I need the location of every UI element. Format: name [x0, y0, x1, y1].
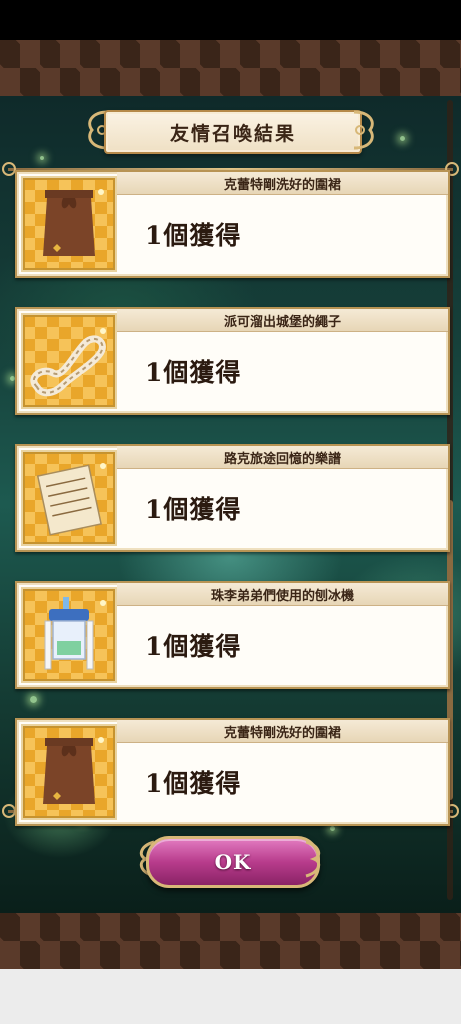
result-card[interactable]: 克蕾特剛洗好的圍裙 1個獲得: [15, 718, 450, 826]
firefly-glow: [30, 696, 37, 703]
item-quantity: 1個獲得: [145, 358, 242, 387]
ok-button-label: OK: [214, 850, 252, 874]
top-pattern-band: [0, 40, 461, 96]
page-title: 友情召喚結果: [169, 122, 296, 145]
scroll-ornament-icon: [353, 110, 374, 150]
item-name-bar: 克蕾特剛洗好的圍裙: [117, 172, 448, 195]
result-card[interactable]: 派可溜出城堡的繩子 1個獲得: [15, 307, 450, 415]
item-tile: [21, 313, 117, 409]
title-banner: 友情召喚結果: [82, 102, 380, 158]
apron-icon: [43, 189, 104, 256]
item-name: 派可溜出城堡的繩子: [223, 314, 341, 330]
firefly-glow: [40, 156, 44, 160]
result-card[interactable]: 珠李弟弟們使用的刨冰機 1個獲得: [15, 581, 450, 689]
item-quantity: 1個獲得: [145, 221, 242, 250]
item-quantity: 1個獲得: [145, 769, 242, 798]
result-card[interactable]: 路克旅途回憶的樂譜 1個獲得: [15, 444, 450, 552]
item-name-bar: 派可溜出城堡的繩子: [117, 309, 448, 332]
result-card[interactable]: 克蕾特剛洗好的圍裙 1個獲得: [15, 170, 450, 278]
ok-button-body[interactable]: OK: [146, 836, 320, 888]
item-tile: [21, 724, 117, 820]
item-quantity: 1個獲得: [145, 632, 242, 661]
item-name: 克蕾特剛洗好的圍裙: [223, 177, 341, 193]
item-quantity: 1個獲得: [145, 495, 242, 524]
title-plate: 友情召喚結果: [104, 110, 362, 154]
item-tile: [21, 176, 117, 272]
item-name-bar: 珠李弟弟們使用的刨冰機: [117, 583, 448, 606]
item-tile: [21, 450, 117, 546]
item-name-bar: 克蕾特剛洗好的圍裙: [117, 720, 448, 743]
sheet-music-icon: [36, 463, 106, 536]
ok-button[interactable]: OK: [134, 832, 326, 888]
status-bar: [0, 0, 461, 40]
navigation-area: [0, 969, 461, 1024]
bottom-pattern-band: [0, 913, 461, 969]
item-tile: [21, 587, 117, 683]
button-ornament-icon: [305, 840, 321, 878]
shaved-ice-machine-icon: [44, 597, 106, 670]
item-name-bar: 路克旅途回憶的樂譜: [117, 446, 448, 469]
firefly-glow: [330, 826, 335, 831]
summon-results-screen: 友情召喚結果 克蕾特剛洗好的圍裙 1個獲得 派可溜出城堡的繩子 1個獲得 路克旅…: [0, 0, 461, 1024]
item-name: 克蕾特剛洗好的圍裙: [223, 725, 341, 741]
rope-icon: [30, 328, 106, 397]
firefly-glow: [400, 136, 405, 141]
item-name: 路克旅途回憶的樂譜: [223, 451, 341, 467]
apron-icon: [43, 737, 104, 804]
item-name: 珠李弟弟們使用的刨冰機: [210, 588, 354, 604]
